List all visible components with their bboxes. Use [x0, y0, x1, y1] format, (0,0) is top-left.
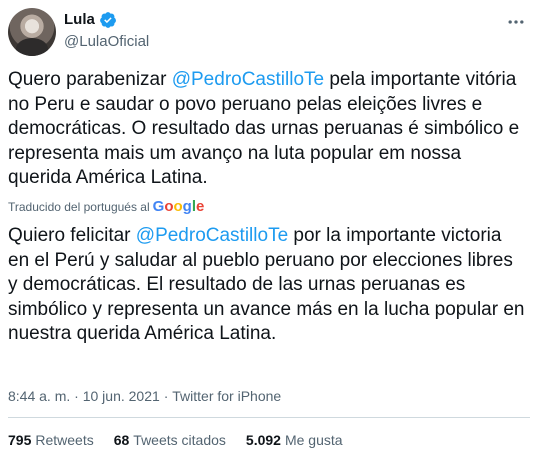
verified-badge-icon [99, 12, 116, 28]
retweets-stat[interactable]: 795 Retweets [8, 432, 94, 448]
avatar[interactable] [8, 8, 56, 56]
tweet-date[interactable]: 10 jun. 2021 [83, 388, 160, 404]
author-handle[interactable]: @LulaOficial [64, 33, 149, 51]
translation-note: Traducido del portugués al Google [8, 198, 204, 215]
more-options-button[interactable] [502, 8, 530, 36]
mention-link-translated[interactable]: @PedroCastilloTe [136, 225, 288, 246]
google-letter: o [164, 198, 174, 215]
original-text-part-1: Quero parabenizar [8, 69, 172, 90]
retweets-label: Retweets [35, 432, 94, 448]
google-letter: G [152, 198, 165, 215]
meta-separator-2: · [163, 388, 169, 404]
tweet-source[interactable]: Twitter for iPhone [172, 388, 281, 404]
translation-label: Traducido del portugués al [8, 199, 150, 214]
likes-label: Me gusta [284, 432, 343, 448]
quotes-label: Tweets citados [133, 432, 226, 448]
likes-count: 5.092 [245, 432, 281, 448]
tweet-header: Lula @LulaOficial [8, 8, 530, 56]
google-logo: Google [153, 198, 205, 215]
more-options-icon [508, 20, 524, 24]
quotes-count: 68 [113, 432, 130, 448]
tweet-stats: 795 Retweets 68 Tweets citados 5.092 Me gus… [8, 432, 343, 448]
likes-stat[interactable]: 5.092 Me gusta [246, 432, 343, 448]
translated-text-part-1: Quiero felicitar [8, 225, 136, 246]
quotes-stat[interactable]: 68 Tweets citados [114, 432, 226, 448]
google-letter: o [173, 198, 183, 215]
tweet-meta: 8:44 a. m. · 10 jun. 2021 · Twitter for … [8, 388, 281, 404]
author-name-row[interactable]: Lula [64, 11, 117, 29]
google-letter: e [196, 198, 205, 215]
mention-link-original[interactable]: @PedroCastilloTe [172, 69, 324, 90]
author-name[interactable]: Lula [64, 11, 95, 29]
tweet-original-text: Quero parabenizar @PedroCastilloTe pela … [8, 68, 526, 191]
retweets-count: 795 [8, 432, 32, 448]
meta-separator-1: · [74, 388, 79, 404]
tweet-time[interactable]: 8:44 a. m. [8, 388, 70, 404]
tweet-translated-text: Quiero felicitar @PedroCastilloTe por la… [8, 224, 526, 347]
divider [8, 417, 530, 418]
google-letter: g [182, 198, 192, 215]
